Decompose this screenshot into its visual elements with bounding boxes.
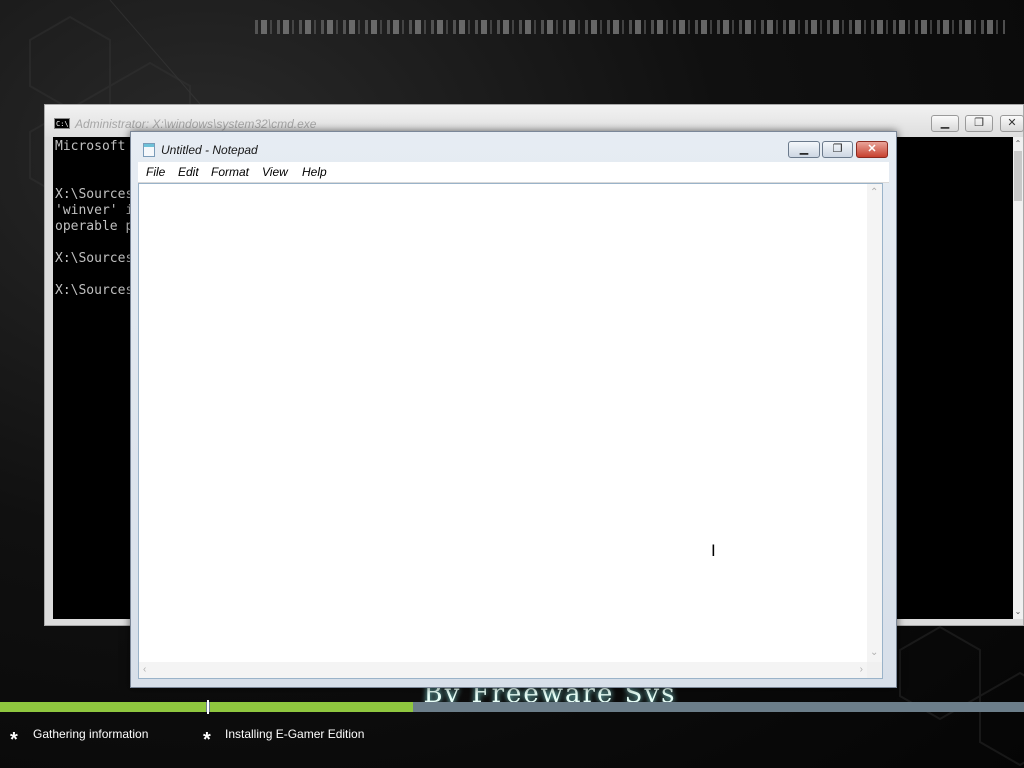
close-icon: ✕ <box>1007 117 1017 129</box>
cmd-scrollbar[interactable]: ⌃ ⌄ <box>1013 137 1023 619</box>
notepad-vertical-scrollbar[interactable]: ⌃ ⌄ <box>867 184 882 662</box>
scroll-left-icon[interactable]: ‹ <box>143 665 146 675</box>
notepad-window[interactable]: Untitled - Notepad ▁ ❐ ✕ File Edit Forma… <box>130 131 897 688</box>
notepad-titlebar[interactable]: Untitled - Notepad ▁ ❐ ✕ <box>131 132 896 162</box>
close-icon: ✕ <box>867 143 877 155</box>
progress-fill-stage-2 <box>210 702 413 712</box>
notepad-maximize-button[interactable]: ❐ <box>822 141 853 158</box>
notepad-text-input[interactable] <box>139 184 867 662</box>
scroll-down-icon[interactable]: ⌄ <box>1013 607 1023 617</box>
scroll-down-icon[interactable]: ⌄ <box>870 648 878 658</box>
menu-help[interactable]: Help <box>302 165 327 179</box>
notepad-minimize-button[interactable]: ▁ <box>788 141 820 158</box>
minimize-icon: ▁ <box>799 143 809 155</box>
menu-file[interactable]: File <box>146 165 165 179</box>
minimize-icon: ▁ <box>940 117 950 129</box>
notepad-icon <box>143 143 155 157</box>
menu-edit[interactable]: Edit <box>178 165 199 179</box>
notepad-window-title: Untitled - Notepad <box>161 143 258 157</box>
progress-divider <box>207 700 209 714</box>
notepad-menubar: File Edit Format View Help <box>138 162 889 183</box>
cmd-scroll-thumb[interactable] <box>1014 151 1022 201</box>
stage-label: Installing E-Gamer Edition <box>225 727 365 741</box>
scroll-right-icon[interactable]: › <box>860 665 863 675</box>
cmd-close-button[interactable]: ✕ <box>1000 115 1024 132</box>
scroll-up-icon[interactable]: ⌃ <box>870 188 878 198</box>
stage-star-icon: * <box>203 729 211 751</box>
scroll-up-icon[interactable]: ⌃ <box>1013 139 1023 149</box>
cmd-maximize-button[interactable]: ❐ <box>965 115 993 132</box>
menu-format[interactable]: Format <box>211 165 249 179</box>
stage-label: Gathering information <box>33 727 149 741</box>
resize-grip-icon[interactable] <box>867 662 882 678</box>
stage-star-icon: * <box>10 729 18 751</box>
barcode-decoration <box>255 20 1005 34</box>
cmd-window-title: Administrator: X:\windows\system32\cmd.e… <box>75 117 317 131</box>
cmd-minimize-button[interactable]: ▁ <box>931 115 959 132</box>
progress-fill-stage-1 <box>0 702 206 712</box>
notepad-close-button[interactable]: ✕ <box>856 141 888 158</box>
notepad-edit-area: ⌃ ⌄ ‹ › <box>138 183 883 679</box>
ibeam-cursor-icon: I <box>711 541 716 560</box>
maximize-icon: ❐ <box>974 117 984 129</box>
notepad-horizontal-scrollbar[interactable]: ‹ › <box>139 662 867 678</box>
maximize-icon: ❐ <box>832 143 843 155</box>
cmd-icon: C:\ <box>54 118 70 129</box>
menu-view[interactable]: View <box>262 165 288 179</box>
